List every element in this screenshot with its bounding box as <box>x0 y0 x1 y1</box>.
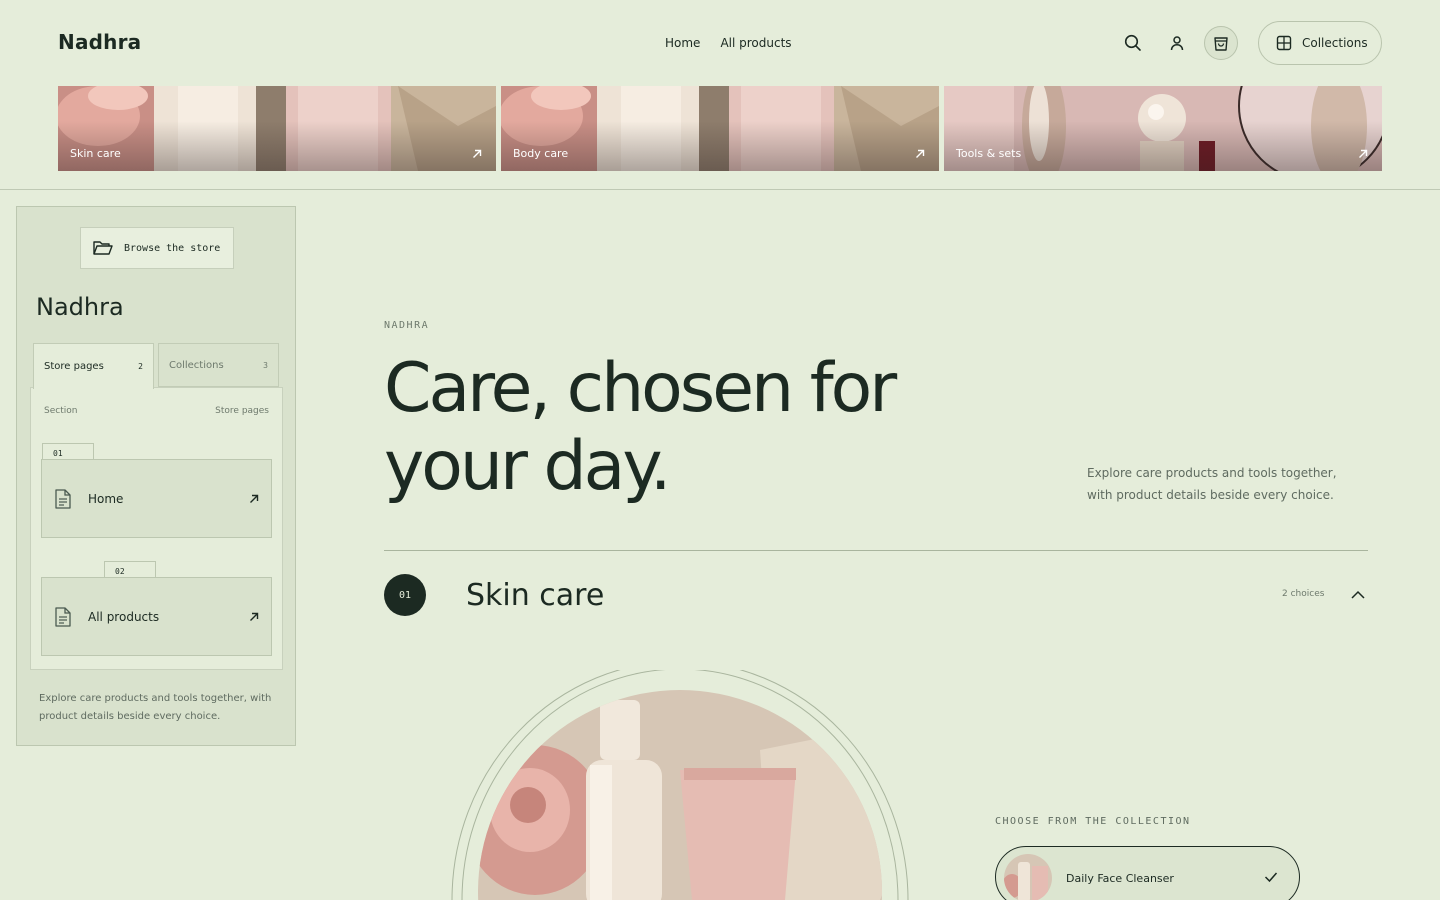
store-pages-panel: Section Store pages 01 Home 02 All produ… <box>30 387 283 670</box>
section-choices-count: 2 choices <box>1282 589 1325 599</box>
shopping-bag-icon <box>1214 37 1228 51</box>
folder-open-icon <box>93 241 113 255</box>
section-number-badge: 01 <box>384 574 426 616</box>
section-title: Skin care <box>466 578 605 613</box>
tab-label: Store pages <box>44 361 104 372</box>
category-card-body-care[interactable]: Body care <box>501 86 939 171</box>
arrow-up-right-icon <box>916 149 925 158</box>
hero-description: Explore care products and tools together… <box>1087 466 1337 502</box>
category-card-skin-care[interactable]: Skin care <box>58 86 496 171</box>
tab-collections[interactable]: Collections 3 <box>158 343 279 387</box>
thumbnail-photo <box>1004 854 1052 900</box>
category-label: Skin care <box>70 147 121 160</box>
arrow-up-right-icon <box>250 494 259 503</box>
account-button[interactable] <box>1161 27 1193 59</box>
tab-store-pages[interactable]: Store pages 2 <box>33 343 154 389</box>
product-photo <box>451 670 909 900</box>
folder-body: All products <box>41 577 272 656</box>
category-card-tools-sets[interactable]: Tools & sets <box>944 86 1382 171</box>
tab-count: 3 <box>263 360 268 370</box>
document-icon <box>55 488 71 509</box>
hero-eyebrow: NADHRA <box>384 320 430 331</box>
page-label: Home <box>88 491 124 506</box>
category-label: Body care <box>513 147 569 160</box>
cart-button[interactable] <box>1204 26 1238 60</box>
choose-collection-label: CHOOSE FROM THE COLLECTION <box>995 816 1191 827</box>
image-shade <box>501 121 939 171</box>
search-button[interactable] <box>1117 27 1149 59</box>
browse-store-label: Browse the store <box>124 242 221 254</box>
brand-logo[interactable]: Nadhra <box>58 30 141 54</box>
grid-icon <box>1276 35 1292 51</box>
store-sidebar: Browse the store Nadhra Store pages 2 Co… <box>16 206 296 746</box>
user-icon <box>1170 36 1184 51</box>
document-icon <box>55 606 71 627</box>
tab-label: Collections <box>169 359 224 371</box>
site-header: Nadhra Home All products Collections <box>0 0 1440 86</box>
browse-store-button[interactable]: Browse the store <box>80 227 234 269</box>
product-hero-image <box>440 670 920 900</box>
section-divider <box>384 550 1368 551</box>
main-nav: Home All products <box>665 36 792 50</box>
choice-thumbnail <box>1004 854 1052 900</box>
image-shade <box>944 121 1382 171</box>
check-icon <box>1264 872 1278 883</box>
sidebar-description: Explore care products and tools together… <box>39 693 272 722</box>
image-shade <box>58 121 496 171</box>
chevron-up-icon[interactable] <box>1350 588 1366 602</box>
collection-choice-selected[interactable]: Daily Face Cleanser <box>995 846 1300 900</box>
header-divider <box>0 189 1440 190</box>
arrow-up-right-icon <box>473 149 482 158</box>
tab-count: 2 <box>138 362 143 371</box>
category-strip: Skin care Body care Tools & sets <box>58 86 1382 171</box>
page-label: All products <box>88 609 160 624</box>
collections-button[interactable]: Collections <box>1258 21 1382 65</box>
arrow-up-right-icon <box>1359 149 1368 158</box>
panel-header-right: Store pages <box>215 406 269 416</box>
sidebar-title: Nadhra <box>36 293 124 321</box>
panel-header-left: Section <box>44 406 78 416</box>
arrow-up-right-icon <box>250 612 259 621</box>
choice-name: Daily Face Cleanser <box>1066 872 1174 885</box>
panel-header: Section Store pages <box>44 406 269 416</box>
hero-title: Care, chosen for your day. <box>384 349 897 506</box>
folder-body: Home <box>41 459 272 538</box>
search-icon <box>1124 34 1141 51</box>
category-label: Tools & sets <box>956 147 1022 160</box>
nav-home[interactable]: Home <box>665 36 700 50</box>
nav-all-products[interactable]: All products <box>720 36 791 50</box>
collections-label: Collections <box>1302 36 1368 50</box>
